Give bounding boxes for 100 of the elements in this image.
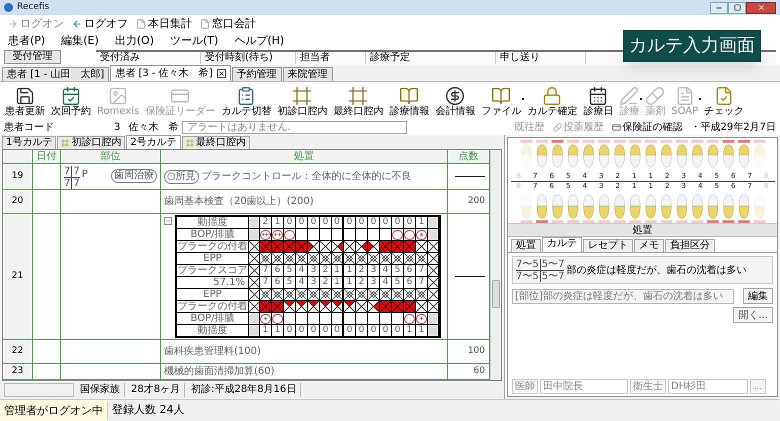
chart-tab[interactable]: 初診口腔内 bbox=[57, 136, 126, 149]
panel-tab[interactable]: メモ bbox=[634, 239, 664, 252]
field-label: 医師 bbox=[512, 379, 538, 394]
chart-value: 4 bbox=[296, 265, 308, 276]
chart-tab[interactable]: 2号カルテ bbox=[126, 135, 181, 149]
toolbar-button[interactable]: 診療情報 bbox=[386, 86, 432, 119]
patient-tab[interactable]: 患者 [1 - 山田 太郎] bbox=[2, 67, 110, 81]
toolbar-button[interactable]: 最終口腔内 bbox=[330, 86, 386, 119]
hatched-cell bbox=[296, 289, 307, 300]
row-number: 22 bbox=[3, 340, 33, 363]
chart-value: 2 bbox=[356, 265, 368, 276]
clipboard-icon bbox=[236, 86, 256, 106]
chart-value: 6 bbox=[272, 265, 284, 276]
open-button[interactable]: 開く... bbox=[733, 307, 773, 323]
info-text: 国保家族 bbox=[76, 383, 125, 397]
chart-value: 7 bbox=[260, 265, 272, 276]
column-header: 日付 bbox=[33, 150, 61, 163]
row-number: 23 bbox=[3, 364, 33, 379]
reception-button[interactable]: 受付管理 bbox=[4, 50, 61, 64]
toolbar-button[interactable]: 窓口会計 bbox=[200, 16, 256, 32]
patient-tab[interactable]: 患者 [3 - 佐々木 希] bbox=[110, 65, 231, 81]
panel-title: 処置 bbox=[508, 224, 777, 237]
hatched-cell bbox=[416, 289, 427, 300]
menu-item[interactable]: 出力(O) bbox=[114, 33, 154, 48]
menu-item[interactable]: 編集(E) bbox=[61, 33, 99, 48]
patient-tab[interactable]: 来院管理 bbox=[282, 67, 333, 81]
registered-count: 登録人数 24人 bbox=[107, 402, 188, 419]
column-header: 担当者 bbox=[296, 52, 366, 64]
edit-button[interactable]: 編集 bbox=[743, 288, 773, 304]
close-icon[interactable] bbox=[216, 69, 226, 78]
app-logo-icon bbox=[4, 3, 13, 12]
chart-value: 0 bbox=[296, 325, 308, 336]
chart-value: 0 bbox=[392, 217, 404, 228]
hatched-cell bbox=[368, 253, 379, 264]
close-icon bbox=[756, 3, 766, 12]
column-header: 申し送り bbox=[496, 52, 586, 64]
panel-tab[interactable]: 処置 bbox=[511, 239, 541, 252]
chart-value: 1 bbox=[272, 325, 284, 336]
close-button[interactable] bbox=[746, 2, 776, 14]
chart-row-label: EPP bbox=[177, 289, 249, 300]
panel-tab[interactable]: カルテ bbox=[542, 237, 582, 252]
minimize-button[interactable] bbox=[710, 2, 728, 14]
chart-value: 2 bbox=[320, 277, 332, 288]
toolbar-button[interactable]: 次回予約 bbox=[48, 86, 94, 119]
tooth-range: 5〜7 bbox=[540, 270, 564, 282]
scrollbar[interactable] bbox=[490, 150, 501, 380]
chart-value: 0 bbox=[332, 217, 344, 228]
chart-row-label: プラークの付着 bbox=[177, 301, 249, 312]
collapse-icon[interactable] bbox=[164, 217, 172, 225]
hatched-cell bbox=[284, 289, 295, 300]
pen-icon bbox=[619, 86, 640, 106]
hatched-cell bbox=[344, 289, 355, 300]
menu-item[interactable]: ヘルプ(H) bbox=[234, 33, 284, 48]
toolbar-button[interactable]: カルテ確定 bbox=[524, 86, 580, 119]
hatched-cell bbox=[272, 289, 283, 300]
alert-field[interactable]: アラートはありません. bbox=[182, 120, 408, 134]
toolbar-button[interactable]: ログオフ bbox=[72, 16, 128, 32]
scroll-thumb[interactable] bbox=[492, 280, 500, 308]
column-header: 受付済み bbox=[96, 52, 201, 64]
toolbar-button[interactable]: 初診口腔内 bbox=[274, 86, 330, 119]
chart-tab[interactable]: 1号カルテ bbox=[2, 136, 56, 149]
toolbar-button[interactable]: 診療日 bbox=[580, 86, 616, 119]
caption-label: カルテ入力画面 bbox=[623, 30, 761, 62]
toolbar-button[interactable]: 本日集計 bbox=[136, 16, 192, 32]
toolbar-button[interactable]: カルテ切替 bbox=[218, 86, 274, 119]
link[interactable]: 保険証の確認 bbox=[612, 120, 683, 134]
chart-value: 7 bbox=[416, 277, 428, 288]
patient-name: 佐々木 希 bbox=[128, 120, 178, 134]
chart-value: 0 bbox=[308, 217, 320, 228]
hatched-cell bbox=[356, 289, 367, 300]
page-icon bbox=[136, 19, 146, 29]
template-field[interactable]: [部位]部の炎症は軽度だが、歯石の沈着は多い bbox=[512, 288, 734, 304]
panel-tab[interactable]: 負担区分 bbox=[665, 239, 715, 252]
hygienist-field[interactable]: DH杉田 bbox=[668, 379, 748, 394]
document-icon bbox=[674, 86, 695, 106]
menu-item[interactable]: 患者(P) bbox=[8, 33, 46, 48]
chart-value: 1 bbox=[344, 265, 356, 276]
chart-value: 0 bbox=[392, 325, 404, 336]
field-label: 衛生士 bbox=[630, 379, 666, 394]
pill-icon bbox=[645, 86, 666, 106]
treatment-text: 歯科疾患管理料(100) bbox=[164, 344, 261, 359]
chart-value: 1 bbox=[332, 265, 344, 276]
toolbar-button[interactable]: ファイル bbox=[478, 86, 524, 119]
hatched-cell bbox=[404, 289, 415, 300]
patient-tab[interactable]: 予約管理 bbox=[232, 67, 282, 81]
hatched-cell bbox=[380, 289, 391, 300]
lock-icon bbox=[542, 86, 562, 106]
toolbar-button[interactable]: 会計情報 bbox=[432, 86, 478, 119]
panel-tab[interactable]: レセプト bbox=[583, 239, 633, 252]
toolbar-button[interactable]: 患者更新 bbox=[2, 86, 48, 119]
tooth-range: 7 bbox=[64, 166, 72, 177]
chart-value: 0 bbox=[284, 325, 296, 336]
menu-item[interactable]: ツール(T) bbox=[170, 33, 218, 48]
pill-icon bbox=[552, 122, 562, 132]
maximize-button[interactable] bbox=[728, 2, 746, 14]
chart-value: 2 bbox=[320, 265, 332, 276]
toolbar-button[interactable]: チェック bbox=[701, 86, 748, 119]
doctor-field[interactable]: 田中院長 bbox=[540, 379, 628, 394]
tooth-range: 7 bbox=[72, 166, 80, 177]
chart-tab[interactable]: 最終口腔内 bbox=[182, 136, 250, 149]
